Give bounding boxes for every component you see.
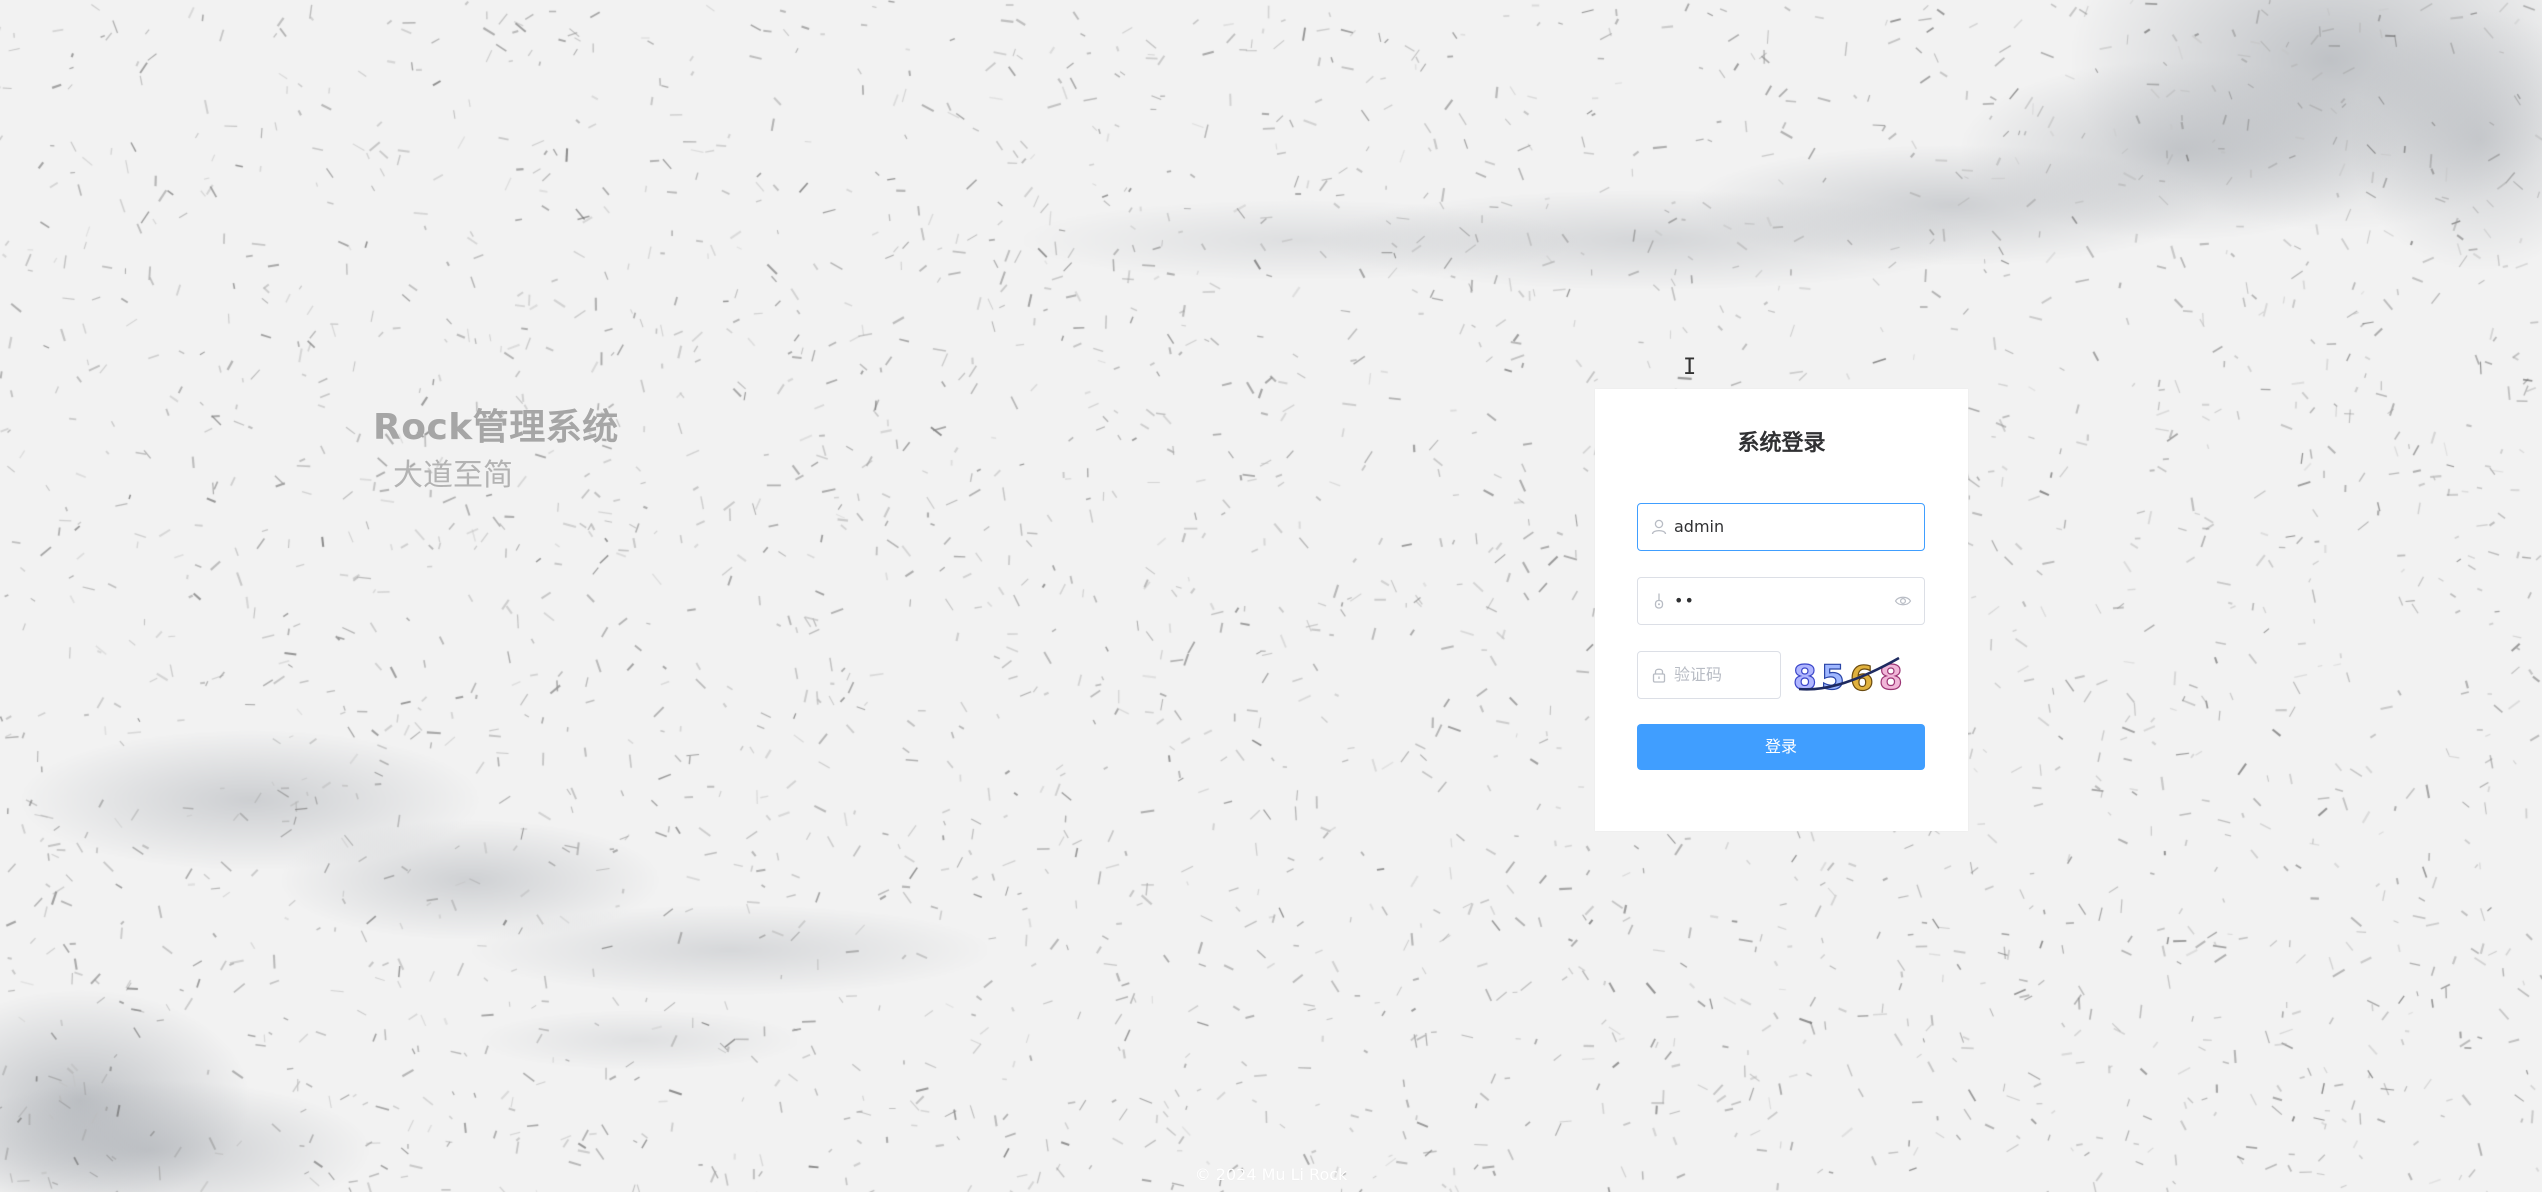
- username-field[interactable]: admin: [1637, 503, 1925, 551]
- password-icon: [1650, 592, 1668, 610]
- lock-icon: [1650, 666, 1668, 684]
- password-value: ••: [1674, 591, 1695, 610]
- brand-title: Rock管理系统: [373, 407, 619, 448]
- username-value: admin: [1674, 517, 1725, 536]
- brand-subtitle: 大道至简: [393, 458, 513, 493]
- user-icon: [1650, 518, 1668, 536]
- captcha-placeholder: 验证码: [1674, 665, 1723, 684]
- text-cursor-icon: I: [1683, 355, 1697, 380]
- brand-block: Rock管理系统 大道至简: [373, 404, 619, 496]
- login-button[interactable]: 登录: [1637, 724, 1925, 770]
- footer-copyright: © 2024 Mu Li Rock: [1194, 1165, 1348, 1184]
- ink-landscape-background: [0, 0, 2542, 1192]
- login-card: 系统登录 admin •• 验证码 8 5 6 8 登录: [1595, 389, 1968, 831]
- svg-text:8: 8: [1793, 658, 1817, 698]
- captcha-image[interactable]: 8 5 6 8: [1791, 651, 1911, 699]
- eye-icon[interactable]: [1894, 592, 1912, 610]
- login-title: 系统登录: [1737, 431, 1826, 456]
- password-field[interactable]: ••: [1637, 577, 1925, 625]
- captcha-field[interactable]: 验证码: [1637, 651, 1781, 699]
- svg-text:5: 5: [1821, 658, 1845, 698]
- svg-text:8: 8: [1879, 658, 1903, 698]
